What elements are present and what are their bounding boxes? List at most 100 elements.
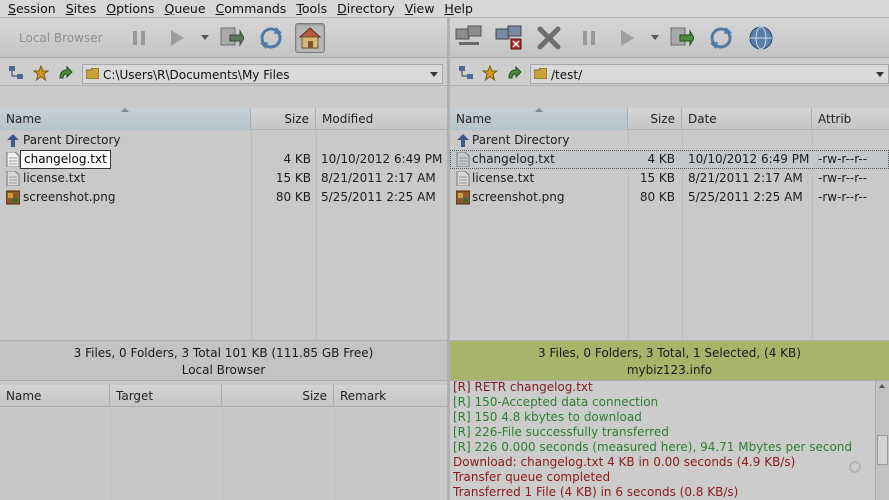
watermark-logo-icon [849,461,861,473]
file-attrib: -rw-r--r-- [818,152,868,166]
file-modified: 8/21/2011 2:17 AM [321,171,436,185]
local-status-name: Local Browser [181,363,266,377]
local-address-bar: C:\Users\R\Documents\My Files [0,60,447,86]
text-file-icon [6,171,20,186]
pause-icon [133,31,145,45]
play-button[interactable] [162,23,192,53]
file-size: 15 KB [639,171,675,185]
remote-status-summary: 3 Files, 0 Folders, 3 Total, 1 Selected,… [538,346,801,360]
transfer-icon [220,27,244,47]
go-up-icon[interactable] [56,64,74,82]
local-browser-label: Local Browser [19,31,103,45]
remote-path-combobox[interactable]: /test/ [530,64,889,84]
abort-button[interactable] [534,23,564,53]
play-button[interactable] [612,23,642,53]
transfer-icon [670,27,694,47]
remote-address-bar: /test/ [450,60,889,86]
disconnect-button[interactable] [494,23,524,53]
file-date: 8/21/2011 2:17 AM [688,171,803,185]
col-queue-target[interactable]: Target [110,385,222,407]
local-toolbar: Local Browser [0,18,447,58]
go-up-icon[interactable] [505,64,523,82]
col-size[interactable]: Size [628,108,682,130]
file-size: 15 KB [275,171,311,185]
globe-button[interactable] [746,23,776,53]
menu-tools[interactable]: Tools [291,0,332,18]
remote-path-text: /test/ [551,68,583,82]
pause-button[interactable] [124,23,154,53]
folder-icon [534,68,547,79]
play-dropdown-arrow[interactable] [651,35,659,40]
file-name: screenshot.png [472,190,565,204]
sites-icon[interactable] [7,64,25,82]
chevron-down-icon[interactable] [876,72,884,77]
parent-directory-row[interactable]: Parent Directory [0,131,447,150]
col-queue-remark[interactable]: Remark [334,385,447,407]
menu-bar: Session Sites Options Queue Commands Too… [0,0,889,18]
parent-directory-icon [457,134,469,147]
connect-button[interactable] [454,23,484,53]
pause-button[interactable] [574,23,604,53]
table-row[interactable]: changelog.txt 4 KB 10/10/2012 6:49 PM [0,150,447,169]
file-size: 4 KB [647,152,675,166]
connect-icon [455,25,482,45]
play-dropdown-arrow[interactable] [201,35,209,40]
menu-queue[interactable]: Queue [159,0,210,18]
play-icon [171,30,184,46]
remote-status-bar: 3 Files, 0 Folders, 3 Total, 1 Selected,… [450,340,889,380]
menu-sites[interactable]: Sites [61,0,102,18]
log-line: [R] 226-File successfully transferred [453,425,669,439]
scroll-up-arrow[interactable] [879,384,885,388]
log-line: [R] 226 0.000 seconds (measured here), 9… [453,440,853,454]
scroll-thumb[interactable] [877,435,888,465]
rename-input[interactable]: changelog.txt [20,150,111,169]
menu-directory[interactable]: Directory [332,0,400,18]
col-size[interactable]: Size [251,108,316,130]
file-date: 5/25/2011 2:25 AM [688,190,803,204]
table-row[interactable]: screenshot.png 80 KB 5/25/2011 2:25 AM [0,188,447,207]
menu-session[interactable]: Session [3,0,61,18]
chevron-down-icon[interactable] [430,72,438,77]
parent-directory-label: Parent Directory [472,133,570,147]
table-row[interactable]: license.txt 15 KB 8/21/2011 2:17 AM [0,169,447,188]
menu-view[interactable]: View [400,0,440,18]
col-modified[interactable]: Modified [316,108,447,130]
local-file-list[interactable]: Parent Directory changelog.txt 4 KB 10/1… [0,130,447,358]
local-list-header: Name Size Modified [0,108,447,130]
home-button[interactable] [295,23,325,53]
file-size: 4 KB [283,152,311,166]
menu-help[interactable]: Help [439,0,478,18]
favorites-star-icon[interactable] [32,64,50,82]
refresh-icon [260,27,282,49]
file-name: changelog.txt [472,152,555,166]
col-queue-name[interactable]: Name [0,385,110,407]
sites-icon[interactable] [457,64,475,82]
menu-options[interactable]: Options [101,0,159,18]
col-queue-size[interactable]: Size [222,385,334,407]
refresh-button[interactable] [256,23,286,53]
col-date[interactable]: Date [682,108,812,130]
remote-status-name: mybiz123.info [626,363,713,377]
transfer-button[interactable] [666,23,696,53]
remote-file-list[interactable]: Parent Directory changelog.txt 4 KB 10/1… [450,130,889,358]
table-row[interactable]: license.txt 15 KB 8/21/2011 2:17 AM -rw-… [450,169,889,188]
refresh-button[interactable] [706,23,736,53]
sort-ascending-icon [535,108,543,112]
table-row[interactable]: screenshot.png 80 KB 5/25/2011 2:25 AM -… [450,188,889,207]
transfer-button[interactable] [216,23,246,53]
file-size: 80 KB [639,190,675,204]
file-modified: 5/25/2011 2:25 AM [321,190,436,204]
local-status-bar: 3 Files, 0 Folders, 3 Total 101 KB (111.… [0,340,447,380]
menu-commands[interactable]: Commands [211,0,292,18]
transfer-queue-panel: Name Target Size Remark [0,380,447,500]
parent-directory-row[interactable]: Parent Directory [450,131,889,150]
table-row[interactable]: changelog.txt 4 KB 10/10/2012 6:49 PM -r… [450,150,889,169]
local-path-text: C:\Users\R\Documents\My Files [103,68,290,82]
local-path-combobox[interactable]: C:\Users\R\Documents\My Files [82,64,443,84]
favorites-star-icon[interactable] [481,64,499,82]
log-line: Download: changelog.txt 4 KB in 0.00 sec… [453,455,796,469]
log-scrollbar[interactable] [875,381,889,500]
col-attrib[interactable]: Attrib [812,108,889,130]
log-panel[interactable]: [R] RETR changelog.txt [R] 150-Accepted d… [450,380,889,500]
globe-icon [749,26,773,50]
